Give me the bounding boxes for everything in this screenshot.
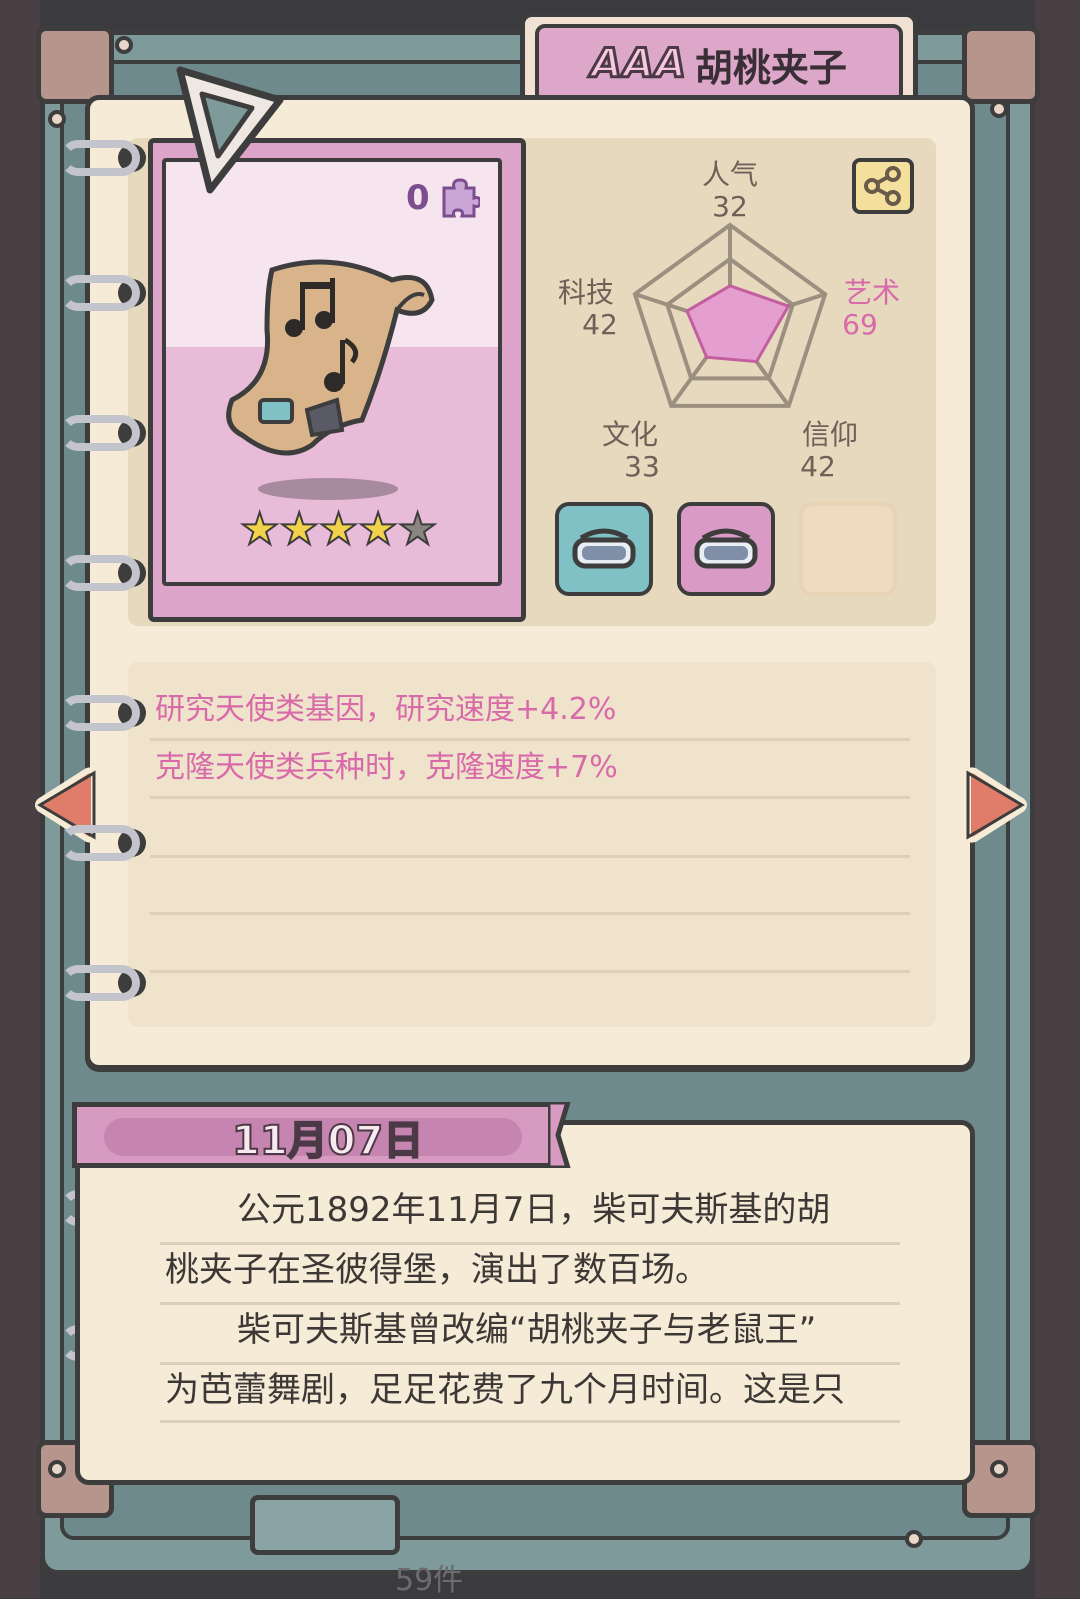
star-filled-icon: ★ [239, 504, 280, 555]
stat-label-faith: 信仰 [801, 418, 858, 451]
binder-ring [60, 695, 140, 731]
rivet [990, 100, 1008, 118]
ruled-line [150, 855, 910, 858]
bookmark-triangle-icon [176, 66, 284, 194]
equipment-slot-1[interactable] [555, 502, 653, 596]
item-count: 0 [406, 178, 430, 218]
frame-corner-top-left [36, 26, 114, 104]
effect-line-1: 研究天使类基因，研究速度+4.2% [155, 692, 617, 727]
binder-ring [60, 825, 140, 861]
story-line-2: 桃夹子在圣彼得堡，演出了数百场。 [165, 1250, 709, 1290]
story-line-4: 为芭蕾舞剧，足足花费了九个月时间。这是只 [165, 1370, 845, 1410]
stat-value-culture: 33 [624, 450, 660, 483]
binder-ring [60, 140, 140, 176]
ribbon-tail [548, 1102, 571, 1168]
puzzle-piece-icon [442, 178, 480, 218]
rivet [115, 36, 133, 54]
equipment-slot-3[interactable] [799, 502, 897, 596]
binder-ring [60, 275, 140, 311]
star-filled-icon: ★ [278, 504, 319, 555]
stat-label-tech: 科技 [557, 276, 614, 309]
share-button[interactable] [852, 158, 914, 214]
star-filled-icon: ★ [318, 504, 359, 555]
vr-headset-icon [572, 528, 636, 569]
ruled-line [160, 1420, 900, 1423]
stat-label-culture: 文化 [601, 418, 658, 451]
portrait-shadow [258, 478, 398, 500]
ruled-line [150, 912, 910, 915]
ruled-line [150, 796, 910, 799]
star-empty-icon: ★ [397, 504, 438, 555]
rivet [905, 1530, 923, 1548]
title-banner: AAA 胡桃夹子 [535, 24, 903, 104]
star-rating: ★ ★ ★ ★ ★ [239, 504, 438, 555]
stat-value-faith: 42 [800, 450, 836, 483]
stat-label-art: 艺术 [843, 276, 900, 309]
story-line-3: 柴可夫斯基曾改编“胡桃夹子与老鼠王” [237, 1310, 817, 1350]
right-rail [1035, 0, 1080, 1598]
frame-corner-top-right [962, 26, 1040, 104]
effect-line-2: 克隆天使类兵种时，克隆速度+7% [155, 750, 618, 785]
stat-value-art: 69 [842, 308, 878, 341]
story-line-1: 公元1892年11月7日，柴可夫斯基的胡 [237, 1190, 831, 1230]
story-date: 11月07日 [231, 1117, 424, 1165]
equipment-slots [555, 502, 897, 596]
radar-value-polygon [685, 284, 791, 364]
binder-ring [60, 415, 140, 451]
stat-value-tech: 42 [582, 308, 618, 341]
ruled-line [150, 970, 910, 973]
equipment-slot-2[interactable] [677, 502, 775, 596]
item-name: 胡桃夹子 [694, 45, 847, 90]
binder-ring [60, 555, 140, 591]
stat-label-popularity: 人气 [701, 158, 758, 191]
collection-count: 59件 [395, 1563, 464, 1598]
ruled-line [150, 738, 910, 741]
rank-badge: AAA [590, 40, 688, 89]
star-filled-icon: ★ [357, 504, 398, 555]
binder-ring [60, 965, 140, 1001]
rivet [48, 1460, 66, 1478]
music-scroll-icon [226, 259, 435, 456]
share-icon [864, 166, 901, 206]
next-page-arrow[interactable] [960, 765, 1030, 845]
attribute-radar-chart [632, 222, 828, 408]
vr-headset-icon [694, 528, 758, 569]
rivet [48, 110, 66, 128]
bottom-tab [250, 1495, 400, 1555]
stat-value-popularity: 32 [712, 190, 748, 223]
rivet [990, 1460, 1008, 1478]
